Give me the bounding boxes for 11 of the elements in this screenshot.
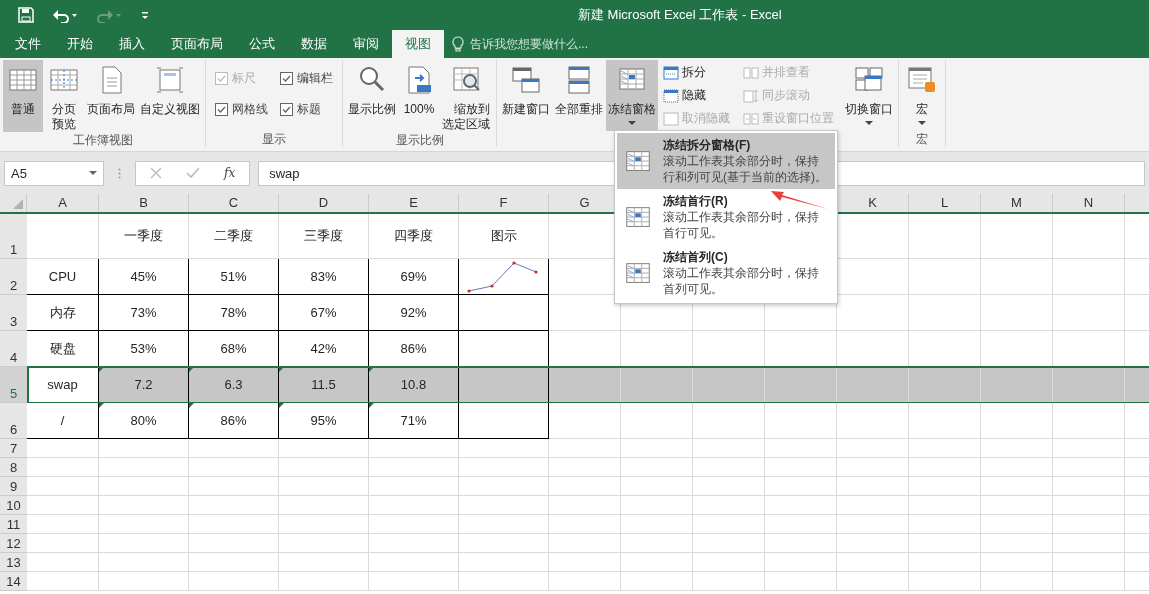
group-label: 显示比例 (395, 133, 444, 147)
menu-item-title: 冻结首行(R) (663, 193, 728, 209)
menu-item-description: 滚动工作表其余部分时，保持行和列可见(基于当前的选择)。 (663, 153, 828, 185)
menu-item-title: 冻结首列(C) (663, 249, 728, 265)
group-label: 工作簿视图 (72, 133, 133, 147)
menu-item-title: 冻结拆分窗格(F) (663, 137, 751, 153)
window-title: 新建 Microsoft Excel 工作表 - Excel (578, 6, 782, 24)
group-label: 宏 (916, 132, 929, 146)
group-label: 显示 (262, 132, 286, 146)
menu-item-description: 滚动工作表其余部分时，保持首列可见。 (663, 265, 820, 297)
menu-item-description: 滚动工作表其余部分时，保持首行可见。 (663, 209, 820, 241)
